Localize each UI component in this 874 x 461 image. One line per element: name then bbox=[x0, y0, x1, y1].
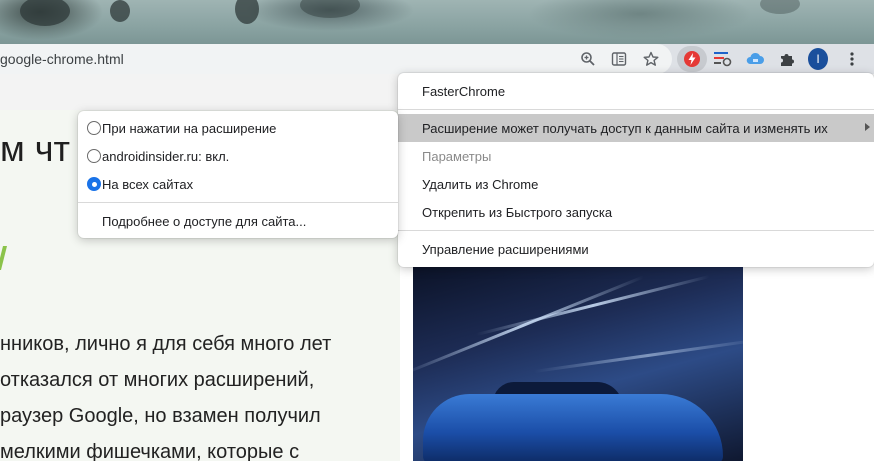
article-line: отказался от многих расширений, bbox=[0, 369, 315, 391]
article-body: нников, лично я для себя много лет отказ… bbox=[0, 326, 400, 461]
menu-item-label: Открепить из Быстрого запуска bbox=[422, 204, 613, 220]
menu-item-extension-name[interactable]: FasterChrome bbox=[398, 77, 874, 105]
page-header-banner bbox=[0, 0, 874, 44]
article-car-image bbox=[413, 264, 743, 461]
menu-item-label: Подробнее о доступе для сайта... bbox=[102, 213, 307, 229]
menu-item-label: Параметры bbox=[422, 148, 492, 164]
site-access-option-this-site[interactable]: androidinsider.ru: вкл. bbox=[78, 142, 398, 170]
profile-initial: I bbox=[808, 48, 828, 70]
bookmark-star-icon[interactable] bbox=[641, 49, 661, 69]
site-access-option-on-click[interactable]: При нажатии на расширение bbox=[78, 114, 398, 142]
menu-item-remove[interactable]: Удалить из Chrome bbox=[398, 170, 874, 198]
cloud-extension-icon[interactable] bbox=[745, 49, 765, 69]
reader-mode-icon[interactable] bbox=[609, 49, 629, 69]
zoom-icon[interactable] bbox=[578, 49, 598, 69]
site-access-option-all-sites[interactable]: На всех сайтах bbox=[78, 170, 398, 198]
url-text[interactable]: google-chrome.html bbox=[0, 51, 124, 67]
menu-item-manage-extensions[interactable]: Управление расширениями bbox=[398, 235, 874, 263]
extension-lines-icon[interactable] bbox=[713, 49, 733, 69]
menu-item-label: FasterChrome bbox=[422, 83, 506, 99]
menu-item-label: Управление расширениями bbox=[422, 241, 589, 257]
puzzle-extensions-icon[interactable] bbox=[777, 49, 797, 69]
menu-item-label: Удалить из Chrome bbox=[422, 176, 539, 192]
fasterchrome-extension-icon[interactable] bbox=[682, 49, 702, 69]
site-access-submenu: При нажатии на расширение androidinsider… bbox=[78, 111, 398, 238]
menu-item-label: Расширение может получать доступ к данны… bbox=[422, 120, 828, 136]
menu-item-site-access[interactable]: Расширение может получать доступ к данны… bbox=[398, 114, 874, 142]
article-line: раузер Google, но взамен получил bbox=[0, 405, 321, 427]
profile-avatar[interactable]: I bbox=[808, 48, 828, 70]
menu-divider bbox=[398, 230, 874, 231]
extension-context-menu: FasterChrome Расширение может получать д… bbox=[398, 73, 874, 267]
article-line: мелкими фишечками, которые с bbox=[0, 441, 300, 461]
menu-item-options: Параметры bbox=[398, 142, 874, 170]
submenu-arrow-icon bbox=[865, 123, 870, 131]
article-heading: м чт bbox=[0, 128, 70, 169]
article-line: нников, лично я для себя много лет bbox=[0, 333, 332, 355]
option-label: При нажатии на расширение bbox=[102, 120, 277, 136]
radio-button[interactable] bbox=[87, 149, 101, 163]
browser-toolbar: google-chrome.html I bbox=[0, 44, 874, 74]
kebab-menu-icon[interactable] bbox=[842, 49, 862, 69]
menu-divider bbox=[78, 202, 398, 203]
radio-button-checked[interactable] bbox=[87, 177, 101, 191]
option-label: androidinsider.ru: вкл. bbox=[102, 148, 230, 164]
radio-button[interactable] bbox=[87, 121, 101, 135]
menu-item-unpin[interactable]: Открепить из Быстрого запуска bbox=[398, 198, 874, 226]
option-label: На всех сайтах bbox=[102, 176, 194, 192]
address-bar[interactable]: google-chrome.html bbox=[0, 44, 672, 74]
site-access-learn-more[interactable]: Подробнее о доступе для сайта... bbox=[78, 207, 398, 235]
menu-divider bbox=[398, 109, 874, 110]
